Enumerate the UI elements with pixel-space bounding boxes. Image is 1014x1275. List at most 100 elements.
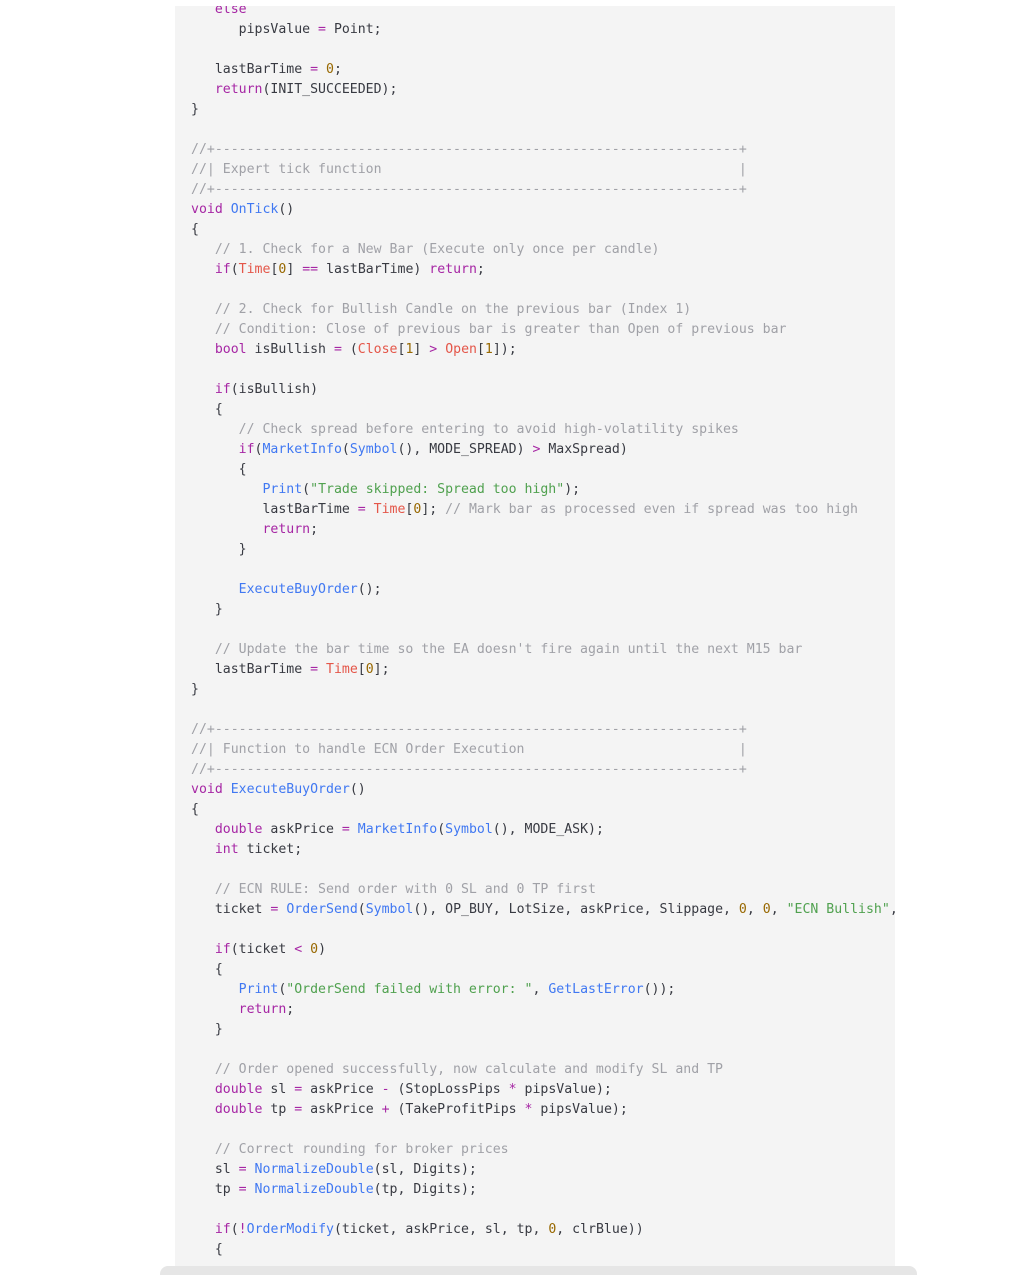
code-token: -	[381, 1082, 390, 1097]
code-token: ];	[373, 662, 390, 677]
code-token: ());	[643, 982, 676, 997]
code-token: [	[476, 342, 485, 357]
code-token: "OrderSend failed with error: "	[286, 982, 533, 997]
code-token: pipsValue);	[516, 1082, 612, 1097]
code-token: }	[191, 542, 247, 557]
code-token: ==	[302, 262, 319, 277]
code-line: pipsValue = Point;	[191, 20, 895, 40]
code-token: (sl, Digits);	[373, 1162, 477, 1177]
code-listing: else pipsValue = Point; lastBarTime = 0;…	[191, 6, 895, 1260]
code-token: ];	[421, 502, 446, 517]
code-token: Time	[326, 662, 358, 677]
code-line: return(INIT_SUCCEEDED);	[191, 80, 895, 100]
code-token: , clrBlue))	[556, 1222, 644, 1237]
code-token: MarketInfo	[357, 822, 438, 837]
code-token: }	[191, 1022, 223, 1037]
code-token: (ticket	[230, 942, 295, 957]
code-token: {	[191, 1242, 223, 1257]
code-token: (	[341, 442, 350, 457]
code-token: 0	[365, 662, 374, 677]
code-token: return	[262, 522, 311, 537]
code-token: =	[341, 822, 350, 837]
code-token: (), OP_BUY, LotSize, askPrice, Slippage,	[413, 902, 739, 917]
code-token: Time	[373, 502, 406, 517]
code-token: ;	[286, 1002, 295, 1017]
code-token: ExecuteBuyOrder	[230, 782, 350, 797]
code-token: (ticket, askPrice, sl, tp,	[333, 1222, 549, 1237]
code-line: if(MarketInfo(Symbol(), MODE_SPREAD) > M…	[191, 440, 895, 460]
code-token: Print	[238, 982, 279, 997]
code-token: tp	[262, 1102, 295, 1117]
code-token: // Check spread before entering to avoid…	[238, 422, 739, 437]
code-token: OrderModify	[246, 1222, 334, 1237]
code-line: // ECN RULE: Send order with 0 SL and 0 …	[191, 880, 895, 900]
code-token: double	[214, 822, 263, 837]
code-token: ()	[278, 202, 295, 217]
code-token: [	[357, 662, 366, 677]
code-line: if(Time[0] == lastBarTime) return;	[191, 260, 895, 280]
code-line: lastBarTime = Time[0]; // Mark bar as pr…	[191, 500, 895, 520]
code-line: Print("Trade skipped: Spread too high");	[191, 480, 895, 500]
code-line: return;	[191, 1000, 895, 1020]
code-token: // Condition: Close of previous bar is g…	[214, 322, 787, 337]
code-token: if	[214, 1222, 231, 1237]
code-token: //+-------------------------------------…	[191, 182, 747, 197]
code-token: );	[564, 482, 581, 497]
code-token: =	[310, 662, 319, 677]
code-token: {	[191, 462, 247, 477]
code-line: // Order opened successfully, now calcul…	[191, 1060, 895, 1080]
code-line: int ticket;	[191, 840, 895, 860]
code-token: pipsValue	[191, 22, 319, 37]
code-token: <	[294, 942, 303, 957]
code-token: ticket	[191, 902, 271, 917]
code-token: double	[214, 1082, 263, 1097]
code-token: =	[333, 342, 342, 357]
code-line: tp = NormalizeDouble(tp, Digits);	[191, 1180, 895, 1200]
code-token: ,	[746, 902, 763, 917]
code-token: GetLastError	[548, 982, 644, 997]
code-line: sl = NormalizeDouble(sl, Digits);	[191, 1160, 895, 1180]
code-token: (	[437, 822, 446, 837]
code-token: =	[294, 1102, 303, 1117]
code-line: lastBarTime = Time[0];	[191, 660, 895, 680]
code-line: ticket = OrderSend(Symbol(), OP_BUY, Lot…	[191, 900, 895, 920]
code-token: Symbol	[445, 822, 493, 837]
code-line: void ExecuteBuyOrder()	[191, 780, 895, 800]
code-token: // 2. Check for Bullish Candle on the pr…	[214, 302, 692, 317]
code-line: // Condition: Close of previous bar is g…	[191, 320, 895, 340]
code-token: if	[214, 942, 231, 957]
code-token: (isBullish)	[230, 382, 319, 397]
code-token: ;	[333, 62, 342, 77]
code-token: if	[238, 442, 255, 457]
code-token: Symbol	[349, 442, 398, 457]
code-token: askPrice	[302, 1102, 382, 1117]
code-token: lastBarTime	[191, 662, 311, 677]
code-token: NormalizeDouble	[254, 1162, 374, 1177]
code-line: // Check spread before entering to avoid…	[191, 420, 895, 440]
code-line: bool isBullish = (Close[1] > Open[1]);	[191, 340, 895, 360]
code-token: =	[318, 22, 326, 37]
code-token: //+-------------------------------------…	[191, 762, 747, 777]
code-line: ExecuteBuyOrder();	[191, 580, 895, 600]
code-token: //| Expert tick function |	[191, 162, 747, 177]
code-token: }	[191, 602, 223, 617]
code-line: {	[191, 460, 895, 480]
